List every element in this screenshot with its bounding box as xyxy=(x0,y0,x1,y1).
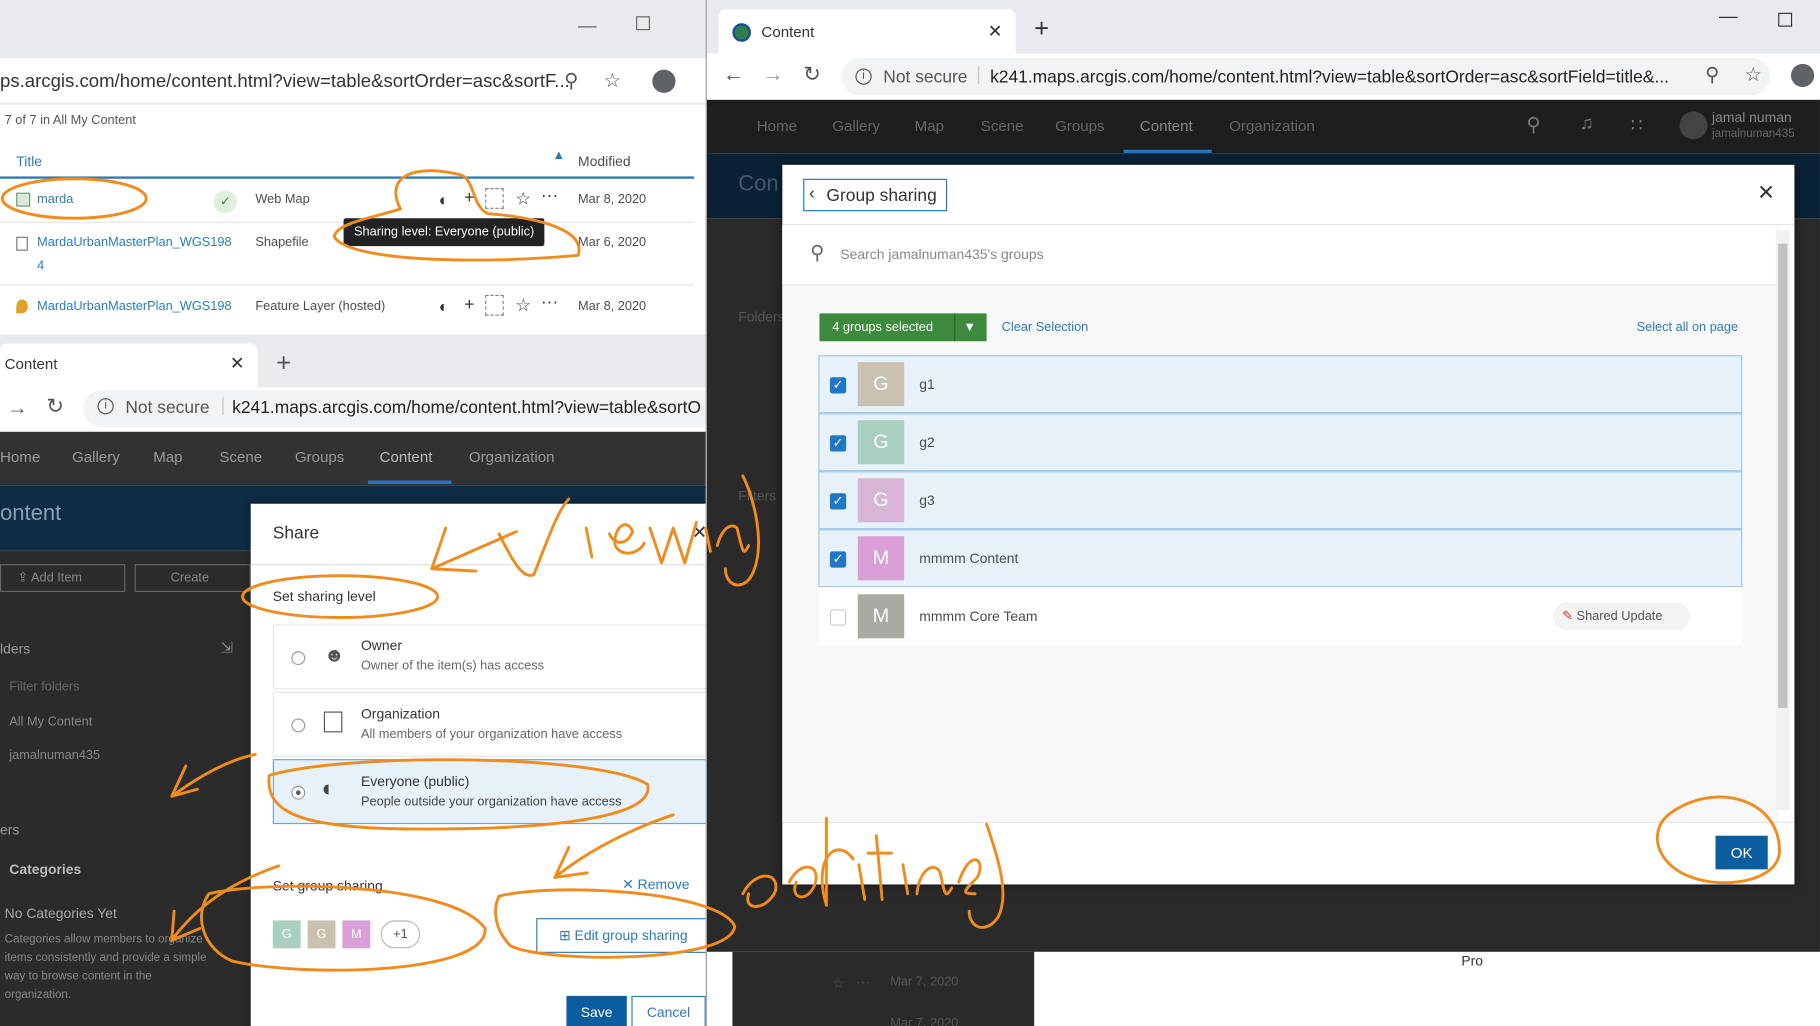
circle-marda xyxy=(0,177,148,220)
circle-ok-button xyxy=(1655,795,1781,885)
arrow-to-group-chips xyxy=(170,864,281,942)
circle-set-sharing-level xyxy=(241,574,440,619)
handwriting-editing xyxy=(741,816,1005,929)
handwriting-viewing xyxy=(497,474,760,587)
handwritten-annotations xyxy=(0,169,1781,972)
circle-sharing-tooltip xyxy=(332,169,581,262)
arrow-to-sharing-level xyxy=(430,526,518,573)
circle-group-chips xyxy=(200,884,487,972)
arrow-to-edit-group xyxy=(553,813,675,879)
circle-everyone-option xyxy=(267,758,650,831)
arrow-viewing-to-everyone xyxy=(170,753,257,798)
circle-edit-group-button xyxy=(494,888,737,959)
